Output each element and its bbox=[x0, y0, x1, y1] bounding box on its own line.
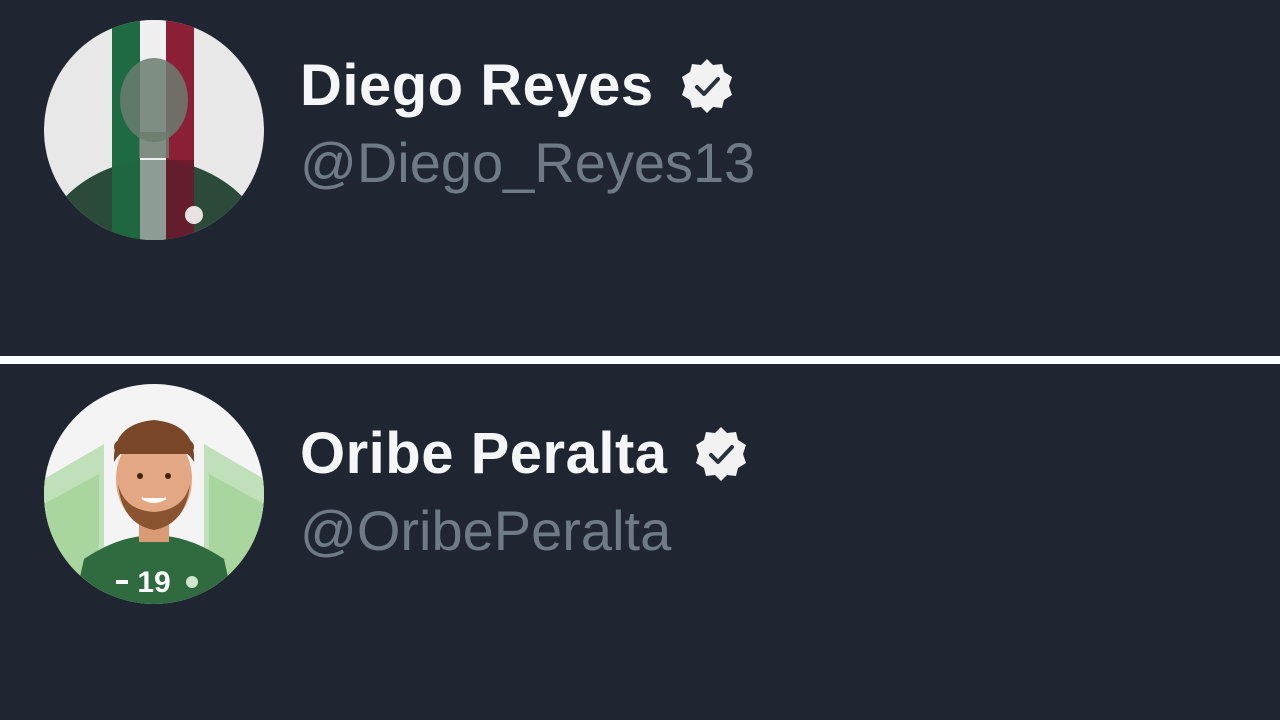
avatar[interactable] bbox=[44, 20, 264, 240]
handle[interactable]: @Diego_Reyes13 bbox=[300, 128, 755, 198]
player-photo-avatar-icon bbox=[44, 20, 264, 240]
display-name[interactable]: Diego Reyes bbox=[300, 48, 654, 124]
avatar[interactable]: 19 bbox=[44, 384, 264, 604]
player-illustration-avatar-icon: 19 bbox=[44, 384, 264, 604]
name-row: Diego Reyes bbox=[300, 48, 736, 124]
verified-badge-icon bbox=[678, 57, 736, 115]
handle[interactable]: @OribePeralta bbox=[300, 496, 671, 566]
profile-card-diego-reyes[interactable]: Diego Reyes @Diego_Reyes13 bbox=[0, 0, 1280, 356]
display-name[interactable]: Oribe Peralta bbox=[300, 416, 668, 492]
profile-card-oribe-peralta[interactable]: 19 Oribe Peralta @OribePeralta bbox=[0, 364, 1280, 720]
verified-badge-icon bbox=[692, 425, 750, 483]
jersey-number: 19 bbox=[137, 566, 170, 599]
name-row: Oribe Peralta bbox=[300, 416, 750, 492]
screenshot-frame: Diego Reyes @Diego_Reyes13 19 Oribe Pera… bbox=[0, 0, 1280, 720]
